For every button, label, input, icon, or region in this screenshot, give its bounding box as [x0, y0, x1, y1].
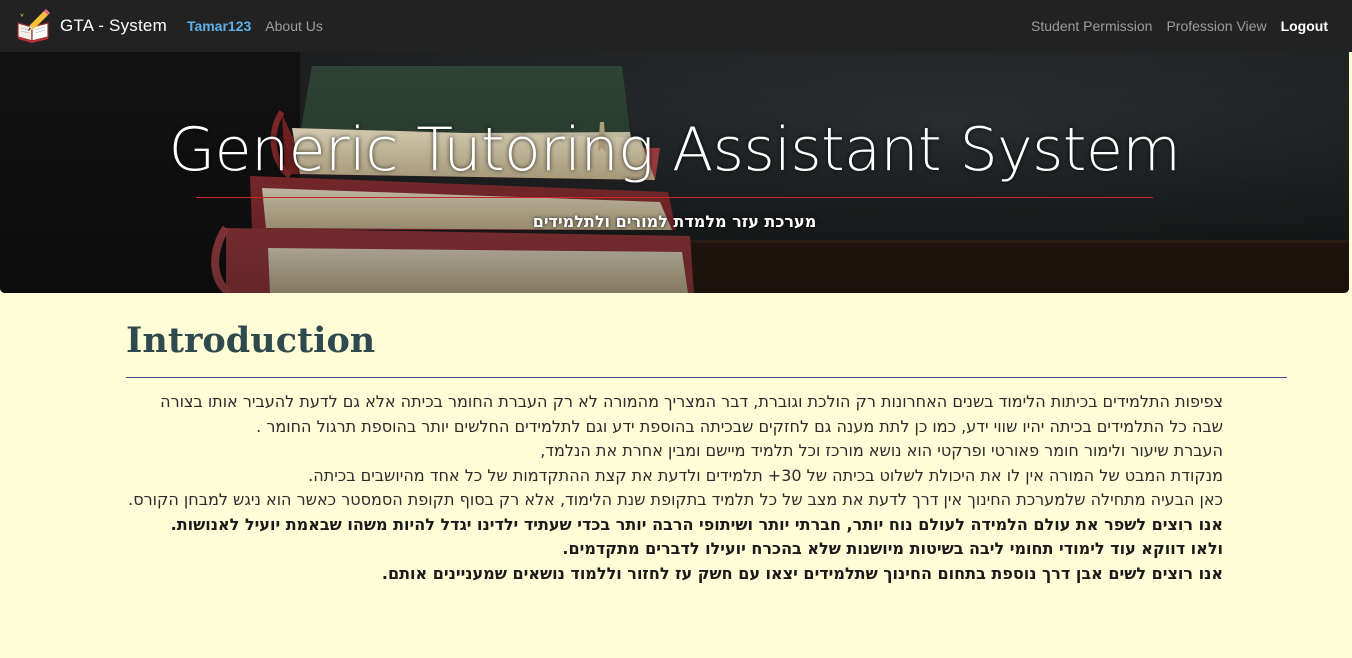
student-permission-link[interactable]: Student Permission — [1031, 18, 1152, 34]
intro-paragraph: העברת שיעור ולימור חומר פאורטי ופרקטי הו… — [540, 441, 1223, 460]
intro-paragraph: צפיפות התלמידים בכיתות הלימוד בשנים האחר… — [160, 392, 1223, 436]
intro-paragraph-bold: ולאו דווקא עוד לימודי תחומי ליבה בשיטות … — [562, 539, 1223, 558]
intro-paragraph-bold: אנו רוצים לשפר את עולם הלמידה לעולם נוח … — [170, 514, 1223, 534]
logout-link[interactable]: Logout — [1281, 18, 1328, 34]
intro-paragraph: כאן הבעיה מתחילה שלמערכת החינוך אין דרך … — [128, 490, 1223, 509]
brand-name: GTA - System — [60, 16, 167, 35]
navbar: GTA - System Tamar123 About Us Student P… — [0, 0, 1352, 52]
about-us-link[interactable]: About Us — [265, 18, 323, 34]
introduction-text: צפיפות התלמידים בכיתות הלימוד בשנים האחר… — [126, 378, 1287, 586]
introduction-heading: Introduction — [126, 320, 376, 361]
username-link[interactable]: Tamar123 — [187, 18, 251, 34]
main-content: Introduction צפיפות התלמידים בכיתות הלימ… — [126, 293, 1287, 586]
book-pencil-icon — [16, 9, 50, 43]
hero-divider — [196, 197, 1153, 198]
hero-banner: Generic Tutoring Assistant System מערכת … — [0, 52, 1349, 293]
profession-view-link[interactable]: Profession View — [1166, 18, 1266, 34]
hero-title: Generic Tutoring Assistant System — [168, 115, 1181, 185]
intro-paragraph: מנקודת המבט של המורה אין לו את היכולת לש… — [308, 465, 1223, 485]
navbar-right: Student Permission Profession View Logou… — [1017, 0, 1328, 52]
hero-subtitle: מערכת עזר מלמדת למורים ולתלמידים — [532, 212, 817, 231]
intro-paragraph-bold: אנו רוצים לשים אבן דרך נוספת בתחום החינו… — [381, 563, 1223, 583]
brand-link[interactable]: GTA - System — [16, 0, 167, 52]
